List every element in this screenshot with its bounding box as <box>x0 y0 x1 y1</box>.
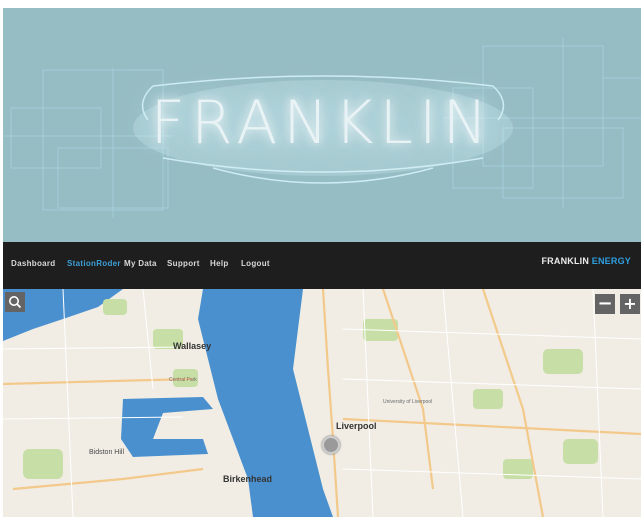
docks-water <box>121 397 213 457</box>
station-marker[interactable] <box>322 436 340 454</box>
nav-item-logout[interactable]: Logout <box>241 259 270 268</box>
brand-logo[interactable]: FRANKLIN ENERGY <box>541 256 631 266</box>
zoom-in-button[interactable]: + <box>620 294 640 314</box>
nav-item-support[interactable]: Support <box>167 259 200 268</box>
map-label-wallasey: Wallasey <box>173 341 212 351</box>
top-navigation-bar: Dashboard StationRoder My Data Support H… <box>3 242 641 289</box>
map-search-button[interactable] <box>5 292 25 312</box>
zoom-out-button[interactable]: − <box>595 294 615 314</box>
map-label-bidston-hill: Bidston Hill <box>89 449 125 456</box>
station-map[interactable]: − + Wallasey Liverpool Birkenhead Bidsto… <box>3 289 641 517</box>
nav-item-help[interactable]: Help <box>210 259 229 268</box>
nav-item-my-data[interactable]: My Data <box>124 259 157 268</box>
franklin-logo-text: FRANKLIN <box>150 88 494 158</box>
brand-name-part2: ENERGY <box>591 256 631 266</box>
hero-banner: FRANKLIN <box>3 8 641 242</box>
map-label-birkenhead: Birkenhead <box>223 474 273 484</box>
nav-item-dashboard[interactable]: Dashboard <box>11 259 56 268</box>
map-label-university: University of Liverpool <box>383 399 433 405</box>
map-label-liverpool: Liverpool <box>336 421 377 431</box>
search-icon <box>9 296 22 309</box>
map-label-central-park: Central Park <box>169 377 197 383</box>
map-tiles <box>3 289 641 517</box>
brand-name-part1: FRANKLIN <box>541 256 590 266</box>
nav-item-stationroder[interactable]: StationRoder <box>67 259 121 268</box>
app-frame: FRANKLIN Dashboard StationRoder My Data … <box>3 8 641 517</box>
